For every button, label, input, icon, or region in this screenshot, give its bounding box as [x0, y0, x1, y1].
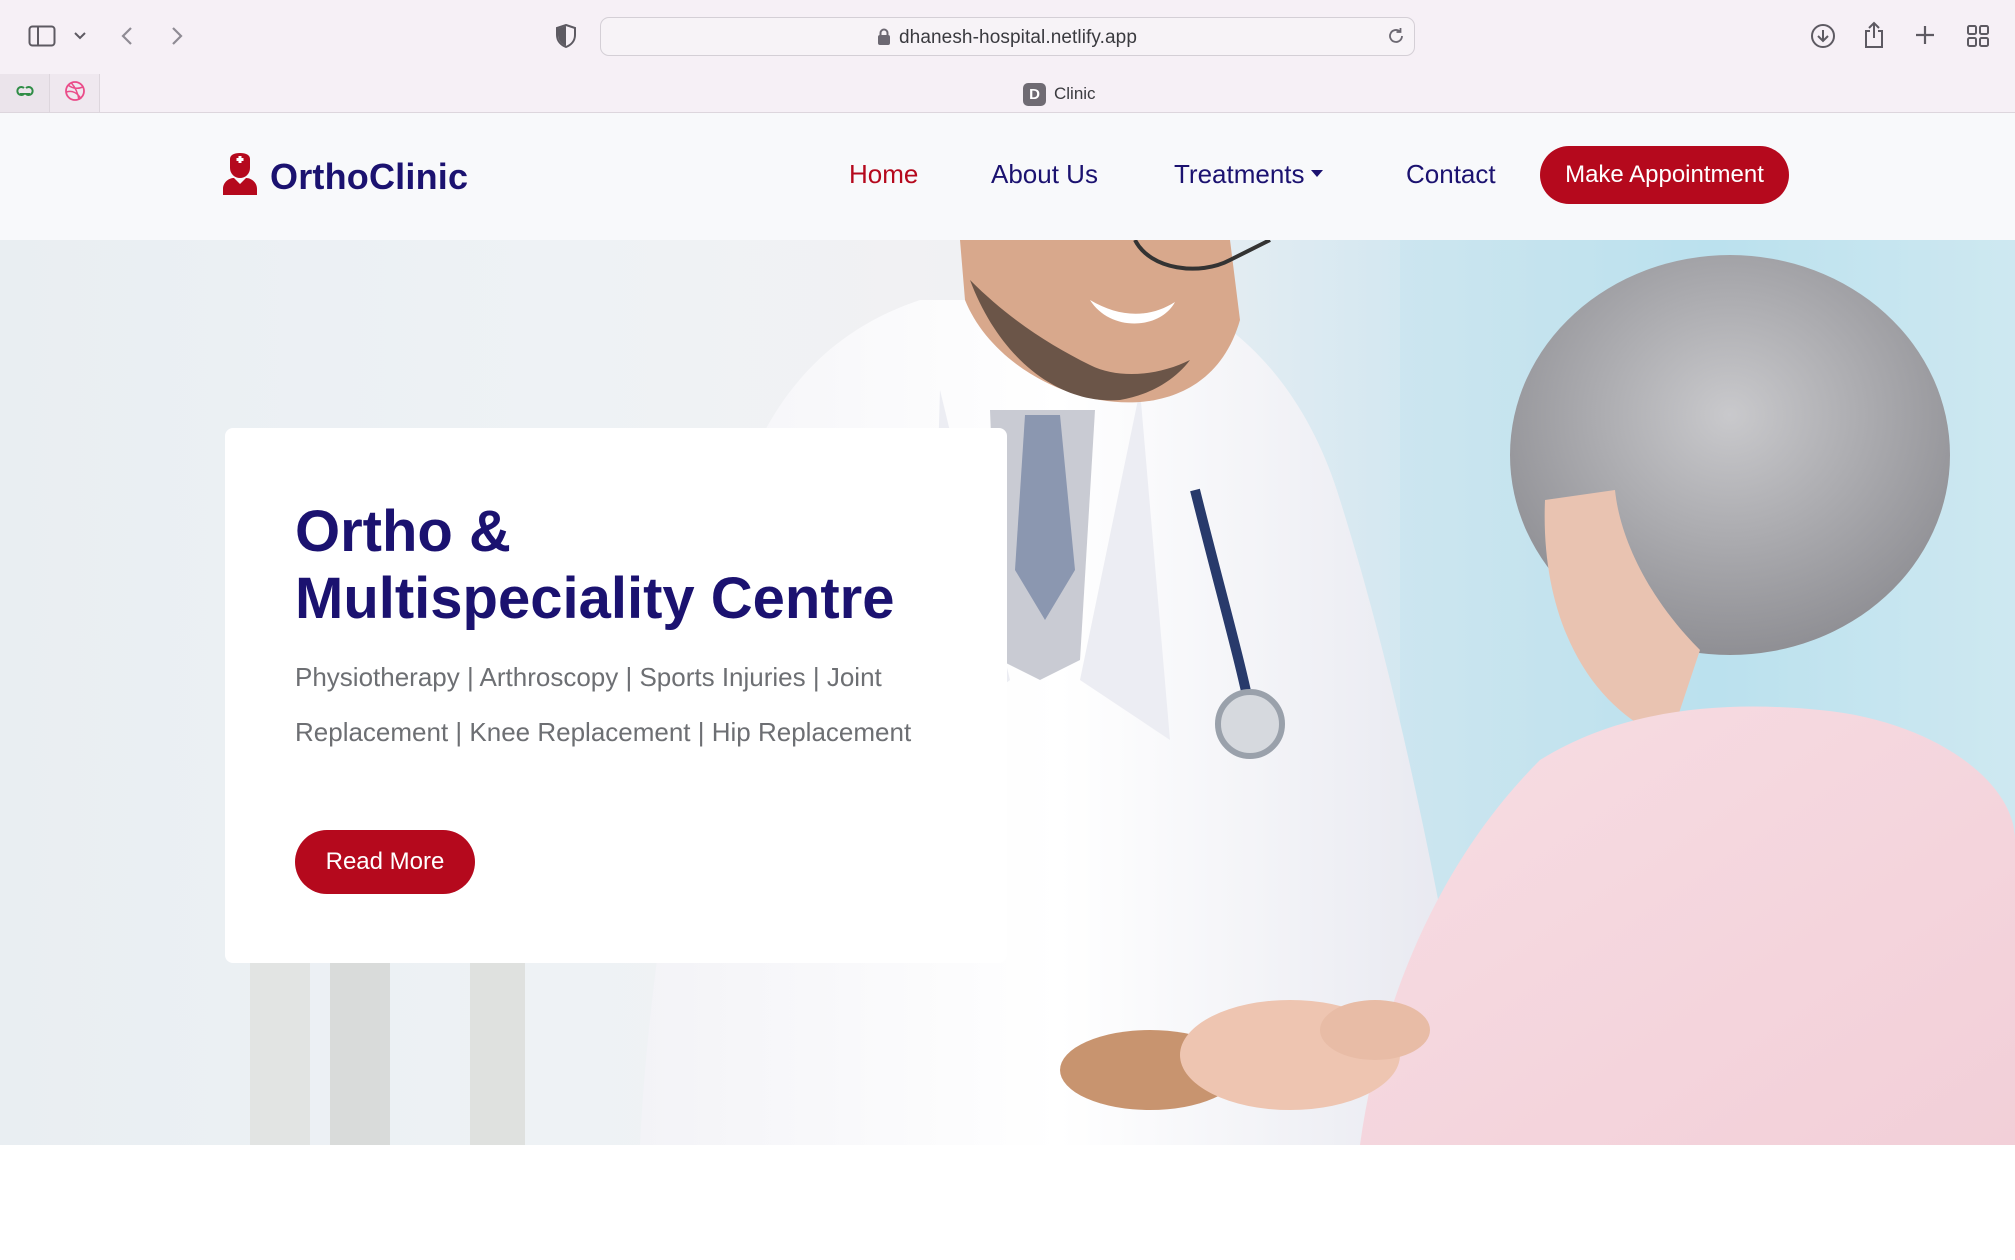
make-appointment-button[interactable]: Make Appointment: [1540, 146, 1789, 204]
active-tab[interactable]: D Clinic: [1023, 82, 1096, 106]
tab-overview-icon[interactable]: [1964, 22, 1992, 50]
read-more-button[interactable]: Read More: [295, 830, 475, 894]
tab-title-text: Clinic: [1054, 84, 1096, 103]
geeksforgeeks-icon: [14, 84, 36, 102]
hero-title-line-2: Multispeciality Centre: [295, 566, 895, 631]
brand-name: OrthoClinic: [270, 155, 469, 197]
nav-treatments-label: Treatments: [1174, 159, 1305, 189]
download-icon[interactable]: [1808, 21, 1838, 51]
pinned-tab-dribbble[interactable]: [50, 74, 100, 112]
address-bar[interactable]: dhanesh-hospital.netlify.app: [600, 17, 1415, 56]
browser-toolbar: dhanesh-hospital.netlify.app: [0, 0, 2015, 74]
tab-favicon: D: [1023, 82, 1046, 106]
hero-section: Ortho & Multispeciality Centre Physiothe…: [0, 240, 2015, 1145]
brand-logo-link[interactable]: OrthoClinic: [222, 153, 468, 200]
sidebar-icon[interactable]: [26, 22, 58, 50]
doctor-icon: [222, 153, 258, 200]
hero-title: Ortho & Multispeciality Centre: [295, 498, 975, 632]
reload-icon[interactable]: [1386, 26, 1406, 51]
dribbble-icon: [64, 80, 86, 107]
nav-contact[interactable]: Contact: [1406, 159, 1496, 190]
site-navbar: OrthoClinic Home About Us Treatments Con…: [0, 113, 2015, 240]
lock-icon: [877, 28, 891, 51]
hero-title-line-1: Ortho &: [295, 499, 511, 564]
share-icon[interactable]: [1860, 19, 1888, 51]
hero-subtitle: Physiotherapy | Arthroscopy | Sports Inj…: [295, 662, 912, 747]
url-text: dhanesh-hospital.netlify.app: [899, 27, 1137, 48]
shield-icon[interactable]: [553, 22, 579, 50]
pinned-tab-geeksforgeeks[interactable]: [0, 74, 50, 112]
caret-down-icon: [1310, 169, 1323, 177]
chevron-down-icon[interactable]: [70, 26, 90, 46]
hero-card: Ortho & Multispeciality Centre Physiothe…: [225, 428, 1007, 963]
forward-icon[interactable]: [166, 22, 188, 50]
tab-bar: [0, 74, 2015, 113]
nav-about-us[interactable]: About Us: [991, 159, 1098, 190]
nav-treatments[interactable]: Treatments: [1174, 159, 1323, 190]
nav-home[interactable]: Home: [849, 159, 918, 190]
back-icon[interactable]: [116, 22, 138, 50]
new-tab-icon[interactable]: [1912, 22, 1938, 48]
